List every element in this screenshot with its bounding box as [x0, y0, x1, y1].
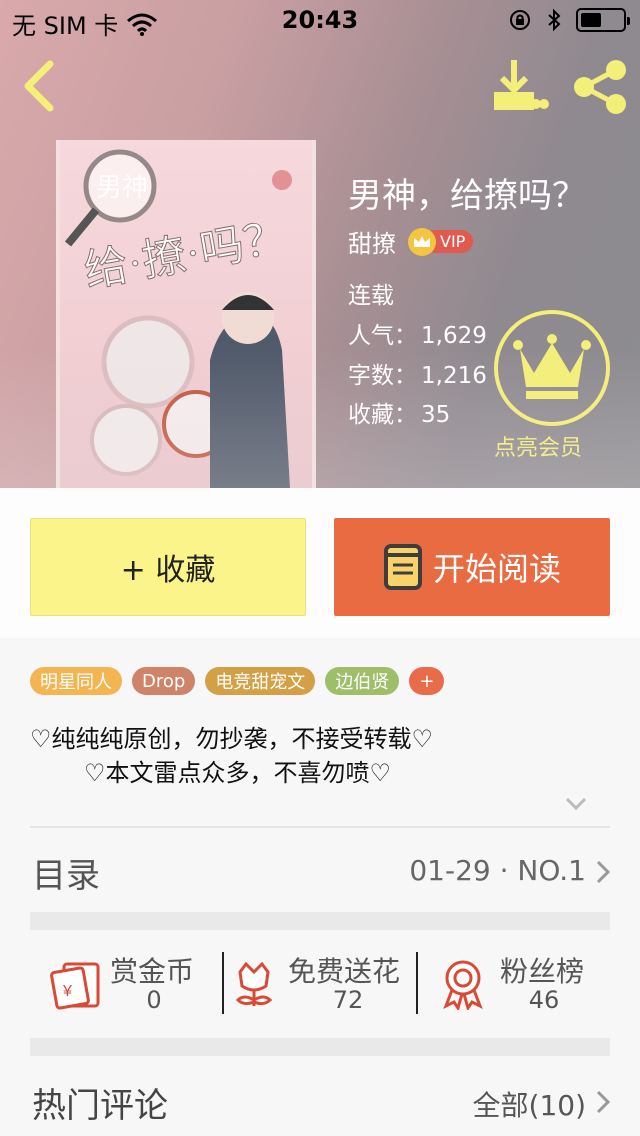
- reward-label: 赏金币: [110, 955, 195, 988]
- book-icon: [383, 544, 422, 590]
- vip-badge: VIP: [408, 227, 474, 256]
- word-count-value: 1,216: [421, 363, 487, 389]
- table-of-contents-row[interactable]: 目录 01-29 · NO.1: [30, 844, 610, 900]
- fans-label: 粉丝榜: [500, 955, 585, 988]
- description-line: ♡本文雷点众多，不喜勿喷♡: [84, 759, 392, 787]
- section-gap: [30, 1038, 610, 1056]
- hot-comments-row[interactable]: 热门评论 全部(10): [30, 1072, 610, 1128]
- status-bar: 无 SIM 卡 20:43: [0, 0, 640, 40]
- share-icon[interactable]: [570, 58, 630, 116]
- tag-item[interactable]: Drop: [132, 667, 196, 695]
- rotation-lock-icon: [510, 10, 530, 30]
- book-header: 无 SIM 卡 20:43 男神 给·撩·吗？ 男神，给撩吗？ 甜撩 VIP 连…: [0, 0, 640, 488]
- start-reading-button[interactable]: 开始阅读: [334, 518, 610, 616]
- flower-icon: [235, 961, 273, 1006]
- chevron-right-icon: [596, 1090, 610, 1114]
- membership-button[interactable]: [494, 310, 610, 426]
- crown-icon: [408, 227, 436, 256]
- popularity-label: 人气：: [348, 323, 417, 349]
- divider: [416, 952, 418, 1014]
- bluetooth-icon: [548, 8, 561, 32]
- latest-chapter: 01-29 · NO.1: [409, 854, 586, 887]
- tag-item[interactable]: 明星同人: [30, 667, 122, 695]
- description-line: ♡纯纯纯原创，勿抄袭，不接受转载♡: [30, 725, 434, 753]
- divider: [222, 952, 224, 1014]
- download-icon[interactable]: [490, 58, 550, 116]
- flower-label: 免费送花: [288, 955, 401, 988]
- tag-item[interactable]: 边伯贤: [325, 667, 400, 695]
- fan-ranking[interactable]: 粉丝榜 46: [420, 946, 610, 1018]
- membership-label[interactable]: 点亮会员: [494, 430, 634, 462]
- book-title: 男神，给撩吗？: [348, 176, 586, 216]
- popularity-value: 1,629: [421, 323, 487, 349]
- red-envelope-icon: ¥: [50, 962, 100, 1010]
- word-count-stat: 字数： 1,216: [348, 356, 487, 390]
- start-reading-label: 开始阅读: [432, 550, 561, 588]
- svg-text:给·撩·吗？: 给·撩·吗？: [80, 212, 291, 296]
- reward-value: 0: [146, 986, 162, 1014]
- svg-text:男神: 男神: [96, 172, 148, 202]
- hot-comments-title: 热门评论: [32, 1086, 168, 1126]
- toc-title: 目录: [32, 856, 100, 896]
- all-comments-link[interactable]: 全部(10): [473, 1084, 586, 1124]
- crown-icon: [513, 334, 591, 399]
- support-stats: ¥ 赏金币 0 免费送花 72 粉丝榜 46: [30, 946, 610, 1018]
- battery-icon: [576, 8, 630, 32]
- book-description: ♡纯纯纯原创，勿抄袭，不接受转载♡ ♡本文雷点众多，不喜勿喷♡: [30, 722, 590, 790]
- cover-art: 男神 给·撩·吗？: [64, 149, 292, 488]
- free-flowers[interactable]: 免费送花 72: [226, 946, 416, 1018]
- action-bar: + 收藏 开始阅读: [0, 488, 640, 638]
- favorites-stat: 收藏： 35: [348, 395, 450, 429]
- award-ribbon-icon: [443, 960, 483, 1010]
- author-name[interactable]: 甜撩: [348, 224, 396, 259]
- reward-coins[interactable]: ¥ 赏金币 0: [30, 946, 220, 1018]
- add-tag-button[interactable]: +: [409, 667, 445, 695]
- word-count-label: 字数：: [348, 363, 417, 389]
- back-chevron-icon[interactable]: [18, 58, 62, 114]
- fans-value: 46: [528, 986, 560, 1014]
- svg-text:¥: ¥: [62, 983, 72, 1000]
- popularity-stat: 人气： 1,629: [348, 316, 487, 350]
- tag-item[interactable]: 电竞甜宠文: [205, 667, 316, 695]
- serial-status: 连载: [348, 283, 394, 309]
- divider: [30, 826, 610, 828]
- chevron-right-icon: [596, 860, 610, 884]
- flower-value: 72: [332, 986, 364, 1014]
- expand-chevron-icon[interactable]: [564, 796, 588, 812]
- book-cover[interactable]: 男神 给·撩·吗？: [56, 140, 316, 488]
- tag-list: 明星同人 Drop 电竞甜宠文 边伯贤 +: [30, 667, 445, 695]
- add-favorite-button[interactable]: + 收藏: [30, 518, 306, 616]
- favorites-value: 35: [421, 402, 451, 428]
- section-gap: [30, 912, 610, 930]
- favorites-label: 收藏：: [348, 402, 417, 428]
